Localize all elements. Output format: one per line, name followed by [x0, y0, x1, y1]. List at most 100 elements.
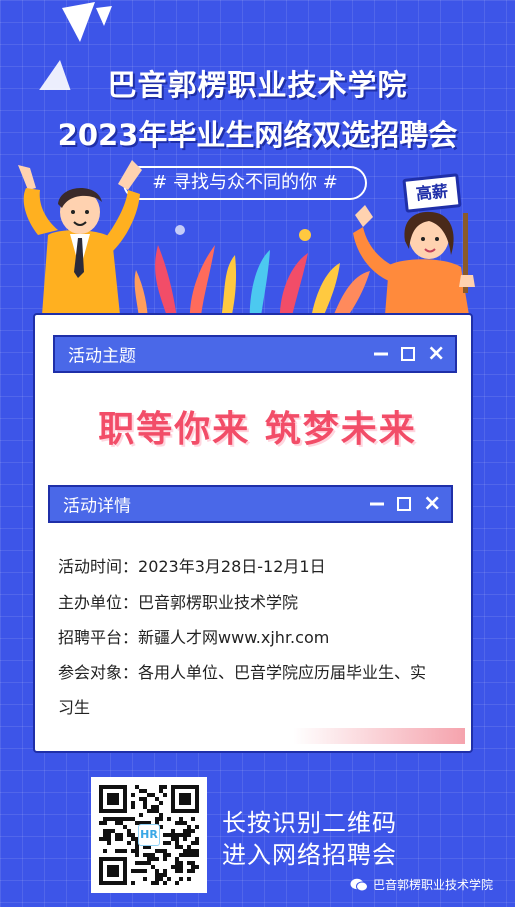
qr-module [171, 837, 175, 841]
qr-module [175, 869, 179, 873]
qr-module [167, 841, 171, 845]
qr-module [151, 857, 155, 861]
qr-module [183, 833, 187, 837]
qr-module [123, 849, 127, 853]
qr-module [159, 789, 163, 793]
qr-module [195, 849, 199, 853]
qr-module [171, 829, 175, 833]
detail-window-title: 活动详情 [63, 496, 131, 517]
qr-code[interactable]: HR [91, 777, 207, 893]
qr-module [175, 861, 179, 865]
salary-sign: 高薪 [402, 173, 462, 213]
qr-module [195, 841, 199, 845]
qr-module [151, 793, 155, 797]
qr-module [139, 813, 143, 817]
qr-module [115, 837, 119, 841]
qr-module [119, 849, 123, 853]
qr-module [155, 817, 159, 821]
qr-module [119, 817, 123, 821]
qr-module [107, 837, 111, 841]
detail-key: 主办单位： [55, 589, 138, 613]
qr-finder-center [179, 793, 191, 805]
qr-module [135, 861, 139, 865]
qr-module [107, 833, 111, 837]
qr-module [147, 857, 151, 861]
qr-module [191, 817, 195, 821]
minimize-icon[interactable] [370, 502, 384, 506]
detail-key: 参会对象： [55, 659, 138, 683]
qr-module [191, 841, 195, 845]
salary-sign-text: 高薪 [415, 181, 449, 204]
qr-module [159, 817, 163, 821]
cta-line2: 进入网络招聘会 [222, 841, 397, 869]
qr-module [179, 821, 183, 825]
close-icon[interactable]: × [427, 343, 445, 365]
qr-module [187, 825, 191, 829]
detail-value-wrap: 习生 [58, 698, 91, 717]
qr-module [159, 877, 163, 881]
qr-module [187, 877, 191, 881]
qr-module [151, 865, 155, 869]
qr-module [183, 821, 187, 825]
qr-module [119, 821, 123, 825]
qr-module [163, 785, 167, 789]
qr-module [155, 877, 159, 881]
detail-key: 招聘平台： [55, 624, 138, 648]
qr-module [179, 833, 183, 837]
qr-module [167, 853, 171, 857]
qr-module [131, 817, 135, 821]
qr-module [183, 849, 187, 853]
qr-module [183, 837, 187, 841]
qr-finder-center [107, 865, 119, 877]
qr-module [103, 829, 107, 833]
minimize-icon[interactable] [374, 352, 388, 356]
qr-module [159, 785, 163, 789]
qr-module [175, 821, 179, 825]
qr-module [131, 869, 135, 873]
qr-module [127, 817, 131, 821]
qr-module [103, 849, 107, 853]
qr-module [111, 829, 115, 833]
qr-module [143, 797, 147, 801]
qr-module [143, 869, 147, 873]
qr-module [135, 849, 139, 853]
qr-module [179, 877, 183, 881]
qr-module [163, 793, 167, 797]
maximize-icon[interactable] [397, 497, 411, 511]
qr-module [187, 845, 191, 849]
qr-module [195, 825, 199, 829]
qr-module [171, 833, 175, 837]
qr-module [135, 853, 139, 857]
qr-module [99, 821, 103, 825]
detail-row-time: 活动时间：2023年3月28日-12月1日 [55, 553, 326, 577]
qr-module [167, 817, 171, 821]
qr-module [179, 861, 183, 865]
qr-module [155, 805, 159, 809]
maximize-icon[interactable] [401, 347, 415, 361]
qr-module [107, 817, 111, 821]
qr-module [155, 849, 159, 853]
qr-module [163, 881, 167, 885]
qr-module [187, 829, 191, 833]
qr-module [167, 833, 171, 837]
qr-module [187, 833, 191, 837]
qr-module [131, 793, 135, 797]
detail-row-audience: 参会对象：各用人单位、巴音学院应历届毕业生、实 [55, 659, 426, 683]
qr-module [171, 865, 175, 869]
qr-module [103, 821, 107, 825]
qr-module [115, 833, 119, 837]
qr-module [183, 853, 187, 857]
qr-module [119, 833, 123, 837]
qr-logo: HR [138, 824, 160, 846]
qr-module [151, 809, 155, 813]
qr-module [155, 873, 159, 877]
qr-module [167, 877, 171, 881]
qr-module [187, 861, 191, 865]
qr-module [179, 869, 183, 873]
qr-module [139, 861, 143, 865]
qr-module [155, 869, 159, 873]
info-card [33, 313, 473, 753]
qr-module [131, 837, 135, 841]
close-icon[interactable]: × [423, 493, 441, 515]
qr-module [163, 833, 167, 837]
